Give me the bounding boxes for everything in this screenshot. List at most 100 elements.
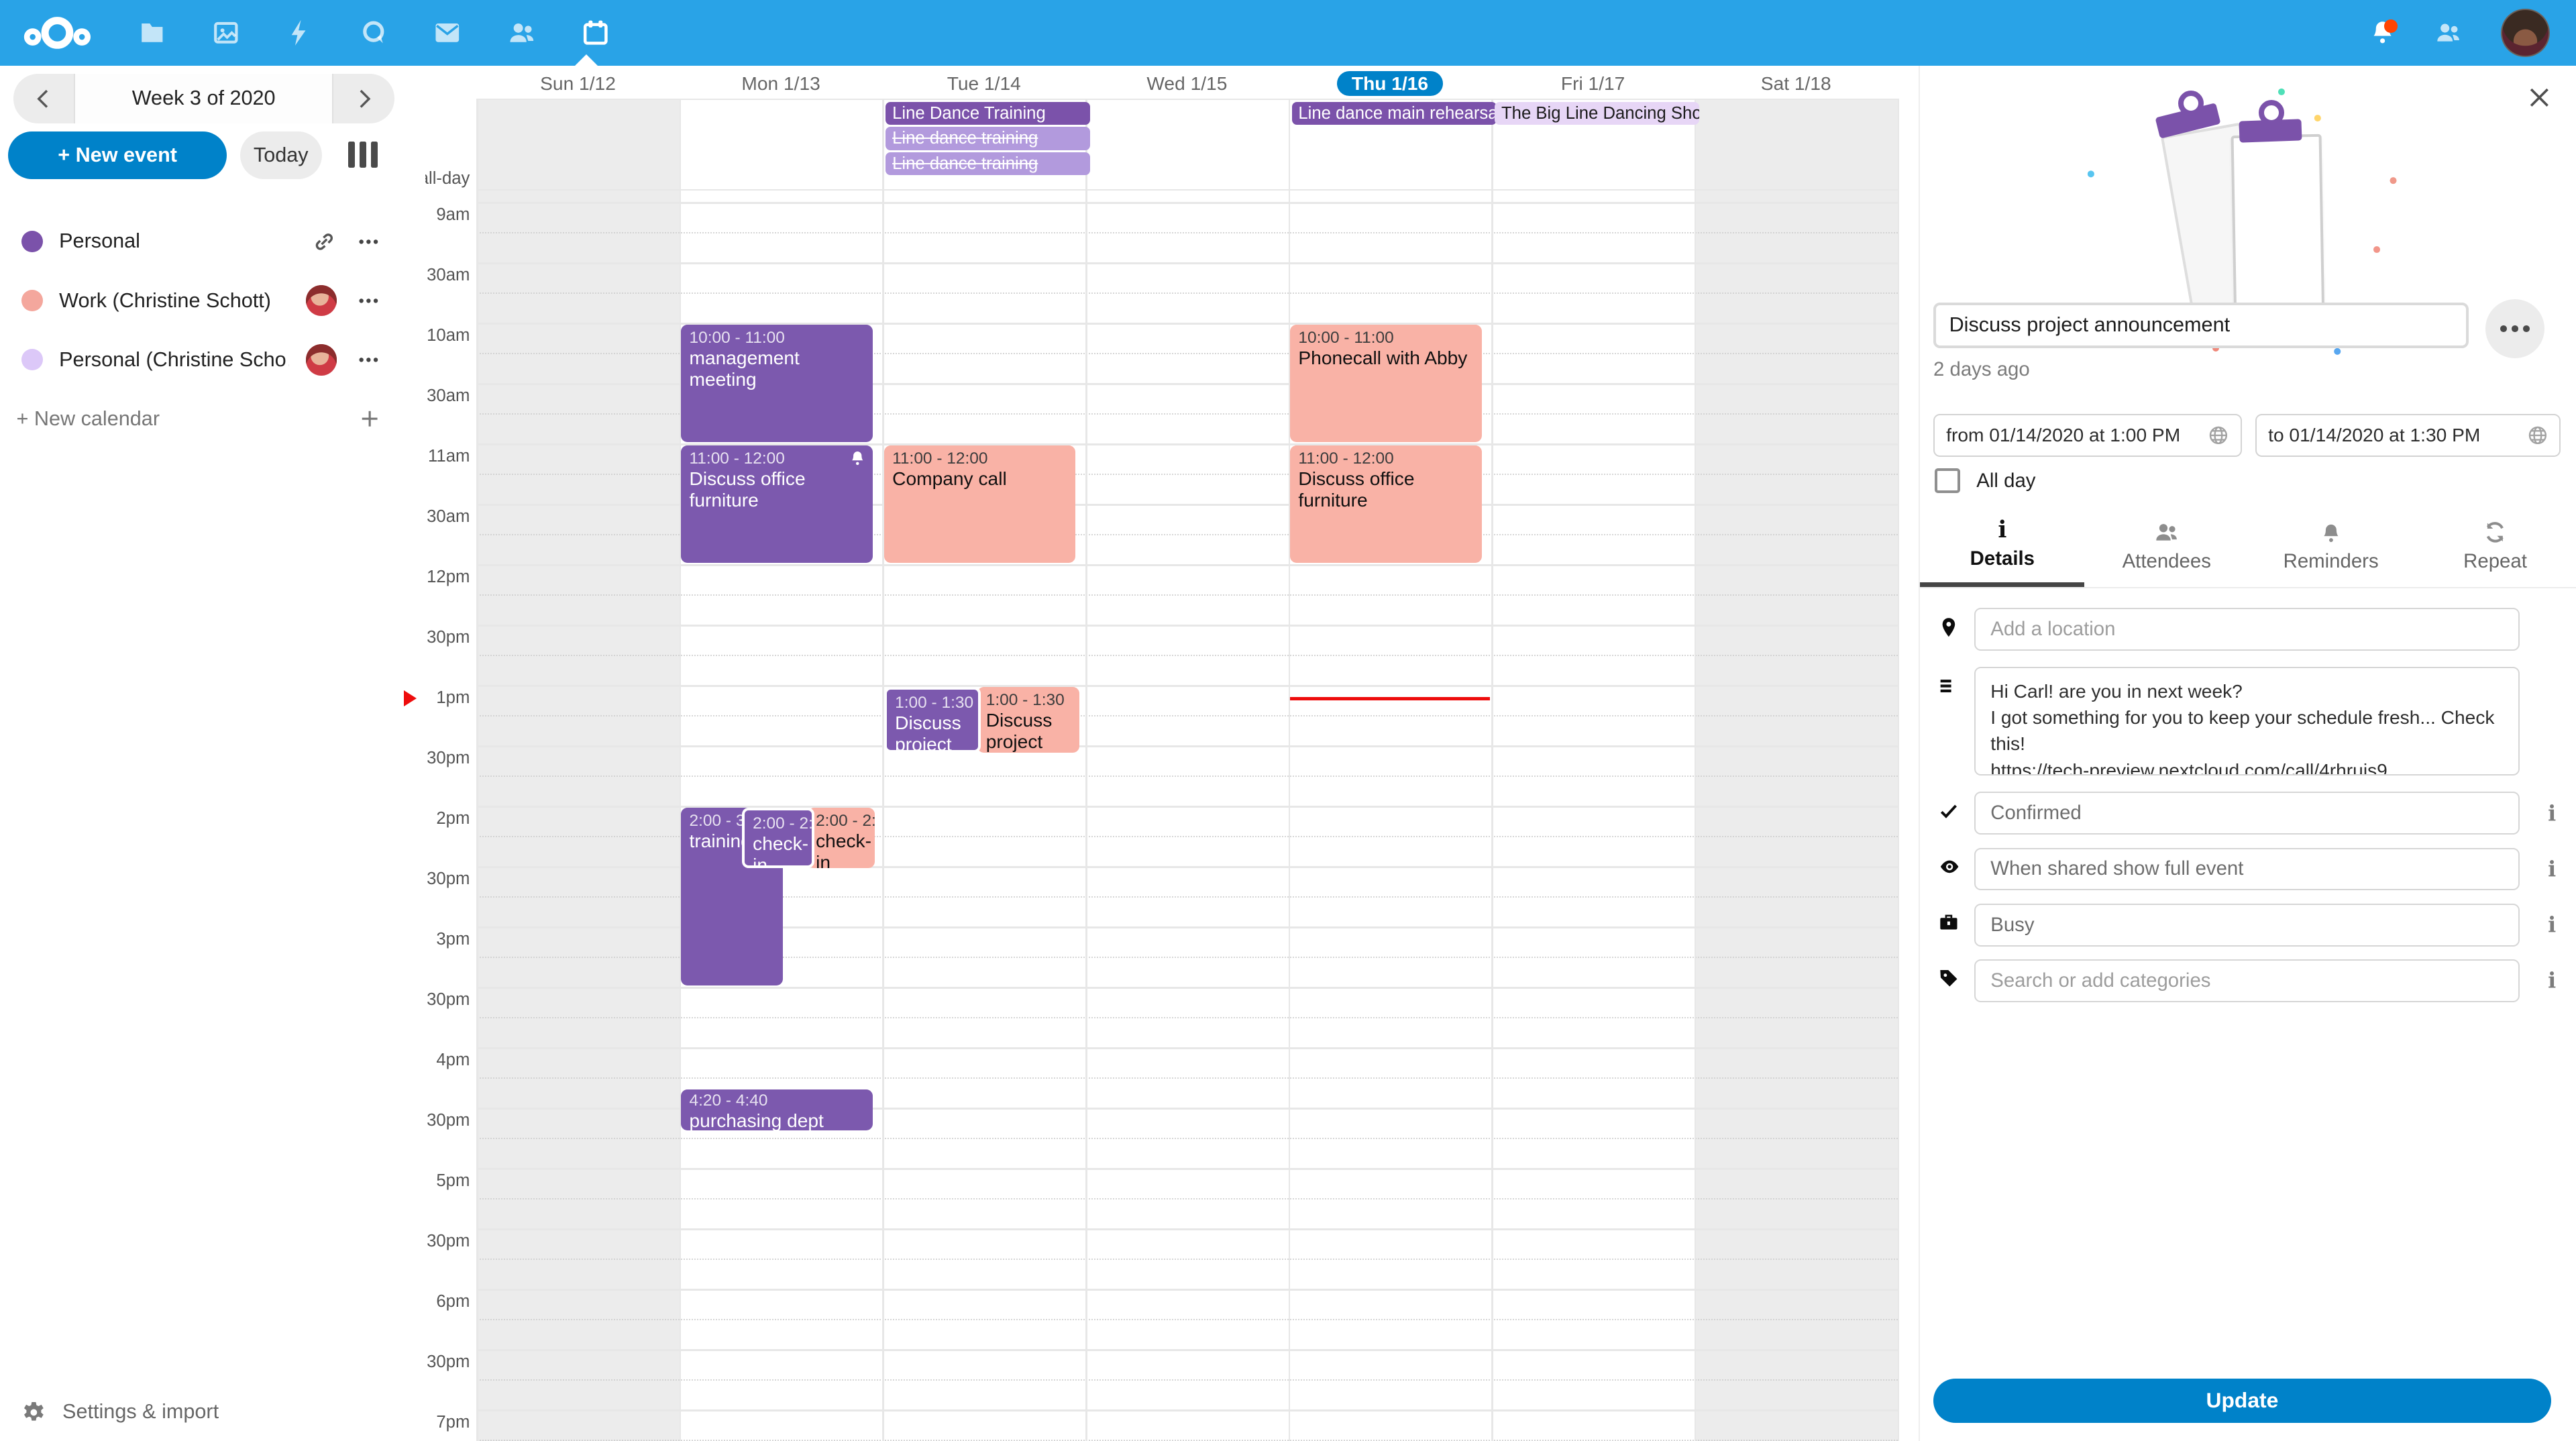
day-header[interactable]: Sun 1/12 bbox=[476, 70, 680, 97]
freebusy-select[interactable]: Busy bbox=[1974, 904, 2520, 947]
contacts-menu-icon[interactable] bbox=[2435, 19, 2461, 46]
all-day-event[interactable]: Line dance main rehearsal bbox=[1292, 102, 1497, 125]
settings-label: Settings & import bbox=[62, 1400, 219, 1424]
today-button[interactable]: Today bbox=[240, 131, 322, 179]
all-day-event[interactable]: The Big Line Dancing Show bbox=[1495, 102, 1699, 125]
calendar-event[interactable]: 11:00 - 12:00Discuss office furniture bbox=[1290, 445, 1481, 563]
tag-icon bbox=[1938, 967, 1960, 989]
share-link-icon[interactable] bbox=[312, 229, 337, 254]
notification-dot bbox=[2384, 19, 2398, 33]
status-select[interactable]: Confirmed bbox=[1974, 792, 2520, 835]
quarter-line bbox=[476, 1017, 1897, 1020]
calendar-event[interactable]: 2:00 - 2:30check-in bbox=[808, 808, 875, 869]
quarter-line bbox=[476, 1138, 1897, 1140]
app-launcher bbox=[23, 0, 609, 66]
grid-top-line bbox=[476, 189, 1897, 191]
calendar-event[interactable]: 10:00 - 11:00Phonecall with Abby bbox=[1290, 325, 1481, 442]
calendar-event[interactable]: 2:00 - 2:30check-in bbox=[742, 808, 814, 869]
nextcloud-logo[interactable] bbox=[23, 15, 92, 51]
next-week-button[interactable] bbox=[333, 74, 394, 123]
quarter-line bbox=[476, 655, 1897, 657]
event-editor-panel: 2 days ago from 01/14/2020 at 1:00 PM to… bbox=[1919, 66, 2576, 1441]
event-title-input[interactable] bbox=[1933, 303, 2469, 349]
all-day-checkbox-label: All day bbox=[1976, 470, 2035, 492]
new-calendar-button[interactable]: + New calendar bbox=[0, 389, 402, 448]
contacts-app-icon[interactable] bbox=[508, 19, 536, 47]
close-icon[interactable] bbox=[2527, 85, 2552, 110]
mail-app-icon[interactable] bbox=[433, 19, 462, 47]
all-day-event[interactable]: Line Dance Training bbox=[885, 102, 1090, 125]
quarter-line bbox=[476, 776, 1897, 778]
timezone-globe-icon[interactable] bbox=[2527, 425, 2548, 446]
freebusy-info-icon[interactable]: i bbox=[2548, 912, 2556, 937]
calendar-menu-dots-icon[interactable] bbox=[356, 229, 381, 254]
new-calendar-plus bbox=[358, 407, 381, 430]
event-illustration bbox=[2084, 85, 2413, 331]
reminder-bell-icon bbox=[849, 450, 865, 466]
day-header[interactable]: Wed 1/15 bbox=[1085, 70, 1289, 97]
end-datetime-field[interactable]: to 01/14/2020 at 1:30 PM bbox=[2255, 414, 2561, 457]
tab-label: Attendees bbox=[2123, 550, 2211, 573]
tab-reminders[interactable]: Reminders bbox=[2249, 506, 2413, 586]
description-textarea[interactable]: Hi Carl! are you in next week? I got som… bbox=[1974, 667, 2520, 776]
status-info-icon[interactable]: i bbox=[2548, 800, 2556, 826]
calendar-event[interactable]: 11:00 - 12:00Discuss office furniture bbox=[681, 445, 872, 563]
notifications-bell-icon[interactable] bbox=[2369, 19, 2396, 46]
all-day-event[interactable]: Line dance training bbox=[885, 152, 1090, 175]
day-header[interactable]: Mon 1/13 bbox=[680, 70, 883, 97]
location-input[interactable]: Add a location bbox=[1974, 608, 2520, 651]
categories-info-icon[interactable]: i bbox=[2548, 967, 2556, 993]
calendar-color-dot bbox=[21, 231, 43, 252]
day-header[interactable]: Fri 1/17 bbox=[1491, 70, 1695, 97]
hour-line bbox=[476, 1289, 1897, 1290]
calendar-name: Personal (Christine Scho…) bbox=[59, 348, 289, 372]
tab-details[interactable]: iDetails bbox=[1920, 506, 2084, 586]
tab-repeat[interactable]: Repeat bbox=[2413, 506, 2576, 586]
user-avatar[interactable] bbox=[2501, 9, 2550, 58]
bell-icon bbox=[2320, 520, 2342, 545]
sidebar-calendar-item[interactable]: Personal (Christine Scho…) bbox=[0, 330, 402, 389]
calendar-app-icon[interactable] bbox=[582, 19, 610, 47]
all-day-event[interactable]: Line dance training bbox=[885, 127, 1090, 150]
calendar-event[interactable]: 1:00 - 1:30Discuss project bbox=[977, 687, 1079, 753]
talk-app-icon[interactable] bbox=[360, 19, 388, 47]
week-view-toggle-icon[interactable] bbox=[348, 142, 378, 168]
day-header-today[interactable]: Thu 1/16 bbox=[1289, 70, 1492, 97]
calendar-event[interactable]: 11:00 - 12:00Company call bbox=[884, 445, 1075, 563]
start-datetime-field[interactable]: from 01/14/2020 at 1:00 PM bbox=[1933, 414, 2242, 457]
current-time-arrow bbox=[404, 690, 417, 706]
shared-by-avatar bbox=[306, 285, 337, 317]
previous-week-button[interactable] bbox=[13, 74, 74, 123]
calendar-event[interactable]: 1:00 - 1:30Discuss project announcement bbox=[884, 687, 981, 753]
info-icon: i bbox=[1998, 518, 2006, 543]
calendar-menu-dots-icon[interactable] bbox=[356, 348, 381, 372]
files-app-icon[interactable] bbox=[138, 19, 166, 47]
categories-input[interactable]: Search or add categories bbox=[1974, 959, 2520, 1002]
calendar-event[interactable]: 4:20 - 4:40purchasing dept bbox=[681, 1089, 872, 1130]
visibility-info-icon[interactable]: i bbox=[2548, 856, 2556, 882]
all-day-checkbox[interactable] bbox=[1935, 468, 1960, 493]
day-header[interactable]: Tue 1/14 bbox=[882, 70, 1085, 97]
sidebar-calendar-item[interactable]: Work (Christine Schott) bbox=[0, 271, 402, 330]
hour-line bbox=[476, 564, 1897, 566]
visibility-select[interactable]: When shared show full event bbox=[1974, 848, 2520, 891]
new-event-button[interactable]: + New event bbox=[8, 131, 227, 179]
day-header[interactable]: Sat 1/18 bbox=[1695, 70, 1898, 97]
sidebar-calendar-item[interactable]: Personal bbox=[0, 212, 402, 271]
calendar-event[interactable]: 10:00 - 11:00management meeting bbox=[681, 325, 872, 442]
plus-icon[interactable] bbox=[358, 407, 381, 430]
photos-app-icon[interactable] bbox=[212, 19, 240, 47]
timezone-globe-icon[interactable] bbox=[2208, 425, 2229, 446]
hour-line bbox=[476, 1409, 1897, 1411]
activity-app-icon[interactable] bbox=[286, 19, 314, 47]
settings-import-button[interactable]: Settings & import bbox=[21, 1400, 219, 1425]
tab-attendees[interactable]: Attendees bbox=[2084, 506, 2249, 586]
all-day-row: All day bbox=[1935, 468, 2035, 493]
calendar-list: PersonalWork (Christine Schott) Personal … bbox=[0, 212, 402, 449]
event-actions-menu-button[interactable] bbox=[2485, 299, 2544, 358]
week-label[interactable]: Week 3 of 2020 bbox=[74, 74, 333, 123]
update-button[interactable]: Update bbox=[1933, 1379, 2551, 1423]
column-divider bbox=[1898, 99, 1899, 1441]
calendar-menu-dots-icon[interactable] bbox=[356, 288, 381, 313]
new-calendar-label: + New calendar bbox=[16, 407, 160, 431]
